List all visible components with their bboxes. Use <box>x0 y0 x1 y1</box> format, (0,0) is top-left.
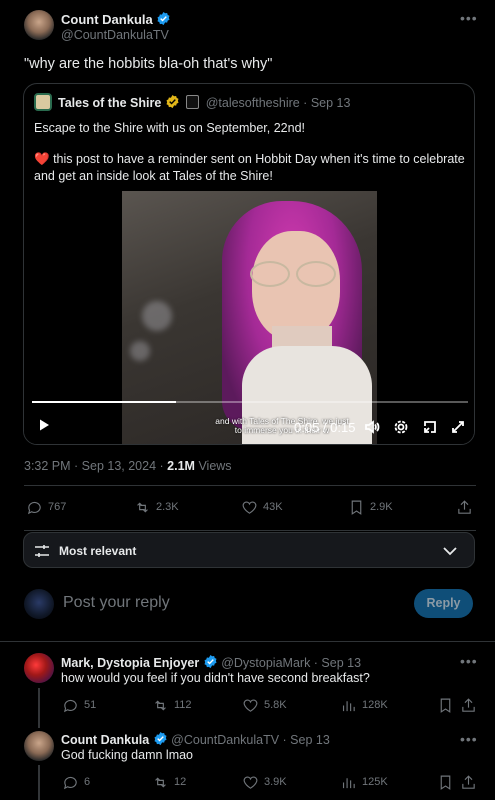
quoted-author-name: Tales of the Shire <box>58 96 162 110</box>
analytics-icon <box>342 777 355 788</box>
reply-action-bar: 51 112 5.8K 128K <box>62 696 477 714</box>
more-options-icon[interactable]: ••• <box>460 10 478 26</box>
reply-header: Count Dankula @CountDankulaTV · Sep 13 <box>61 731 330 747</box>
divider <box>0 641 495 642</box>
heart-icon: ❤️ <box>34 152 50 166</box>
reply-input[interactable]: Post your reply <box>63 594 170 612</box>
repost-button[interactable]: 2.3K <box>134 499 179 516</box>
post-timestamp: 3:32 PM · Sep 13, 2024 · <box>24 459 164 473</box>
reply-icon <box>63 699 77 712</box>
video-time: 0:05 / 0:15 <box>294 420 356 435</box>
bookmark-button[interactable] <box>437 774 454 791</box>
reply-action-bar: 6 12 3.9K 125K <box>62 773 477 791</box>
bookmark-icon <box>440 698 451 713</box>
reply-author-name: Count Dankula <box>61 733 150 747</box>
heart-outline-icon <box>243 776 258 789</box>
heart-outline-icon <box>242 501 257 514</box>
video-player[interactable]: and with Tales of The Shire, we just to … <box>24 191 474 444</box>
gold-verified-icon <box>166 94 179 109</box>
author-avatar[interactable] <box>24 10 54 40</box>
repost-icon <box>137 501 148 513</box>
post-text: "why are the hobbits bla-oh that's why" <box>24 56 273 72</box>
minimize-icon[interactable] <box>422 419 438 440</box>
video-progress-track[interactable] <box>32 401 468 403</box>
filter-sliders-icon <box>35 545 49 557</box>
composer-avatar <box>24 589 54 619</box>
post-meta: 3:32 PM · Sep 13, 2024 · 2.1M Views <box>24 459 232 473</box>
views-count: 2.1M <box>167 459 195 473</box>
repost-button[interactable]: 12 <box>152 774 186 791</box>
bookmark-button[interactable]: 2.9K <box>348 499 393 516</box>
reply-icon <box>27 501 41 514</box>
quoted-header: Tales of the Shire @talesoftheshire · Se… <box>58 94 350 110</box>
reply-author-name: Mark, Dystopia Enjoyer <box>61 656 200 670</box>
bookmark-icon <box>351 500 362 515</box>
verified-badge-icon <box>204 654 217 669</box>
quoted-line1: Escape to the Shire with us on September… <box>34 121 306 135</box>
reply-avatar[interactable] <box>24 653 54 683</box>
divider <box>24 530 476 531</box>
like-button[interactable]: 5.8K <box>242 697 287 714</box>
reply-button-submit[interactable]: Reply <box>414 589 473 618</box>
reply-text: how would you feel if you didn't have se… <box>61 671 370 685</box>
reply-text: God fucking damn lmao <box>61 748 194 762</box>
like-button[interactable]: 43K <box>241 499 283 516</box>
settings-gear-icon[interactable] <box>393 419 409 440</box>
share-icon <box>458 499 471 514</box>
video-frame <box>122 191 377 444</box>
views-button[interactable]: 125K <box>340 774 388 791</box>
play-button[interactable] <box>36 417 52 438</box>
reply-button[interactable]: 51 <box>62 697 96 714</box>
repost-icon <box>155 776 166 788</box>
reply-button[interactable]: 767 <box>26 499 66 516</box>
more-options-icon[interactable]: ••• <box>460 731 478 747</box>
reply-handle: @DystopiaMark · Sep 13 <box>221 656 362 670</box>
author-handle[interactable]: @CountDankulaTV <box>61 28 169 42</box>
reply-avatar[interactable] <box>24 731 54 761</box>
quoted-handle: @talesoftheshire · Sep 13 <box>205 96 351 110</box>
thread-line <box>38 688 40 728</box>
reply-header: Mark, Dystopia Enjoyer @DystopiaMark · S… <box>61 654 361 670</box>
video-progress-fill <box>32 401 176 403</box>
affiliate-badge-icon <box>186 95 200 109</box>
analytics-icon <box>342 700 355 711</box>
bookmark-button[interactable] <box>437 697 454 714</box>
verified-badge-icon <box>157 11 170 26</box>
author-name[interactable]: Count Dankula <box>61 12 153 27</box>
share-icon <box>462 697 475 712</box>
views-label: Views <box>198 459 232 473</box>
repost-icon <box>155 699 166 711</box>
quoted-post[interactable]: Tales of the Shire @talesoftheshire · Se… <box>23 83 475 445</box>
sort-dropdown[interactable]: Most relevant <box>23 532 475 568</box>
action-bar: 767 2.3K 43K 2.9K <box>26 497 474 517</box>
repost-button[interactable]: 112 <box>152 697 192 714</box>
reply-icon <box>63 776 77 789</box>
volume-icon[interactable] <box>364 419 380 440</box>
thread-line <box>38 765 40 800</box>
bookmark-icon <box>440 775 451 790</box>
verified-badge-icon <box>154 731 167 746</box>
like-button[interactable]: 3.9K <box>242 774 287 791</box>
quoted-avatar <box>34 93 52 111</box>
quoted-line2: ❤️ this post to have a reminder sent on … <box>34 152 465 183</box>
share-button[interactable] <box>460 697 477 714</box>
chevron-down-icon <box>443 547 457 556</box>
fullscreen-icon[interactable] <box>450 419 466 440</box>
reply-button[interactable]: 6 <box>62 774 90 791</box>
divider <box>24 485 476 486</box>
more-options-icon[interactable]: ••• <box>460 653 478 669</box>
views-button[interactable]: 128K <box>340 697 388 714</box>
share-icon <box>462 774 475 789</box>
sort-label: Most relevant <box>59 544 137 558</box>
share-button[interactable] <box>456 499 473 516</box>
heart-outline-icon <box>243 699 258 712</box>
author-row: Count Dankula <box>61 11 171 27</box>
reply-handle: @CountDankulaTV · Sep 13 <box>171 733 330 747</box>
share-button[interactable] <box>460 774 477 791</box>
